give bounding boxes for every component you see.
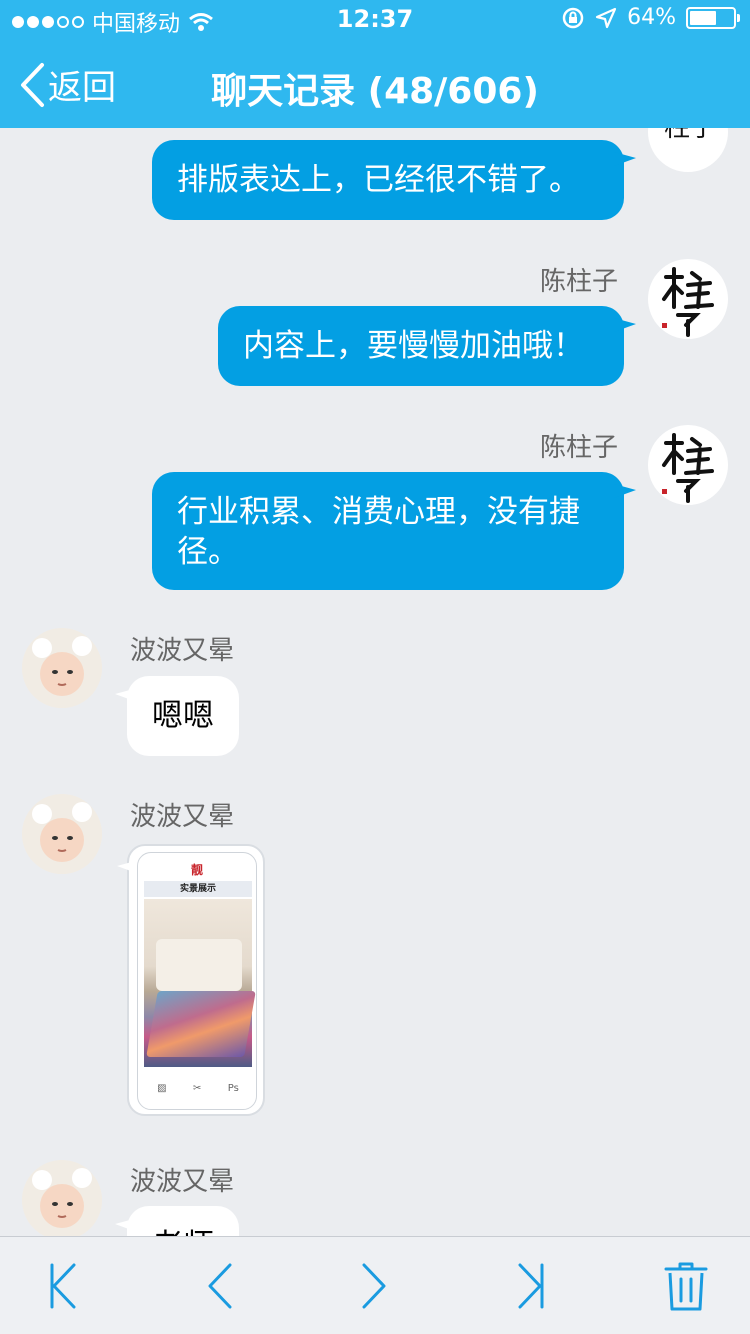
next-page-button[interactable]	[344, 1261, 404, 1311]
message-bubble-outgoing[interactable]: 行业积累、消费心理，没有捷 径。	[152, 472, 624, 590]
image-toolbar: ▨ ✂ Ps	[144, 1073, 252, 1103]
message-text-line: 行业积累、消费心理，没有捷	[177, 494, 580, 530]
bottom-toolbar	[0, 1236, 750, 1334]
message-bubble-incoming[interactable]: 老师	[127, 1206, 239, 1236]
message-text: 内容上，要慢慢加油哦！	[243, 328, 584, 364]
svg-text:柱子: 柱子	[664, 128, 716, 143]
sender-name: 波波又晕	[130, 636, 235, 666]
next-page-icon	[362, 1263, 386, 1309]
message-bubble-outgoing[interactable]: 排版表达上，已经很不错了。	[152, 140, 624, 220]
calligraphy-avatar-icon: 柱子	[664, 128, 716, 143]
image-thumbnail: 靓 实景展示 ▨ ✂ Ps	[137, 852, 257, 1110]
message-text: 排版表达上，已经很不错了。	[177, 162, 580, 198]
battery-percent: 64%	[627, 5, 676, 30]
trash-icon	[664, 1262, 708, 1311]
scissors-icon: ✂	[192, 1082, 202, 1094]
avatar[interactable]: 柱子	[648, 128, 728, 172]
calligraphy-avatar-icon	[662, 267, 714, 337]
page-title: 聊天记录 (48/606)	[211, 71, 539, 112]
baby-avatar-icon	[22, 794, 102, 874]
sender-name: 波波又晕	[130, 802, 235, 832]
message-text: 嗯嗯	[152, 698, 214, 734]
bedroom-photo	[144, 899, 256, 1067]
message-bubble-incoming[interactable]: 嗯嗯	[127, 676, 239, 756]
previous-page-icon	[208, 1263, 232, 1309]
message-text: 老师	[152, 1228, 214, 1236]
message-text-line: 径。	[177, 534, 239, 570]
header: 中国移动 12:37 64% 返回 聊天记录 (48/606)	[0, 0, 750, 128]
sender-name: 波波又晕	[130, 1167, 235, 1197]
image-message[interactable]: 靓 实景展示 ▨ ✂ Ps	[127, 844, 265, 1116]
message-bubble-outgoing[interactable]: 内容上，要慢慢加油哦！	[218, 306, 624, 386]
calligraphy-avatar-icon	[662, 433, 714, 503]
image-tool-icon: ▨	[157, 1082, 167, 1094]
rotation-lock-icon	[562, 7, 584, 28]
status-bar: 中国移动 12:37 64%	[0, 0, 750, 40]
location-icon	[595, 7, 617, 28]
ps-icon: Ps	[227, 1082, 239, 1094]
image-logo: 靓	[190, 863, 203, 877]
previous-page-button[interactable]	[190, 1261, 250, 1311]
message-list[interactable]: 柱子 排版表达上，已经很不错了。 陈柱子 内容上，要慢慢加油哦！ 陈柱子 行业积…	[0, 128, 750, 1236]
sender-name: 陈柱子	[539, 433, 618, 463]
first-page-button[interactable]	[34, 1261, 94, 1311]
avatar[interactable]	[22, 1160, 102, 1236]
delete-button[interactable]	[656, 1261, 716, 1311]
avatar[interactable]	[22, 628, 102, 708]
avatar[interactable]	[648, 259, 728, 339]
battery-icon	[686, 6, 740, 29]
baby-avatar-icon	[22, 628, 102, 708]
first-page-icon	[50, 1263, 76, 1309]
avatar[interactable]	[648, 425, 728, 505]
status-right: 64%	[561, 5, 740, 30]
nav-bar: 返回 聊天记录 (48/606)	[0, 40, 750, 128]
image-heading: 实景展示	[144, 881, 252, 897]
sender-name: 陈柱子	[539, 267, 618, 297]
avatar[interactable]	[22, 794, 102, 874]
last-page-button[interactable]	[500, 1261, 560, 1311]
last-page-icon	[518, 1263, 544, 1309]
baby-avatar-icon	[22, 1160, 102, 1236]
